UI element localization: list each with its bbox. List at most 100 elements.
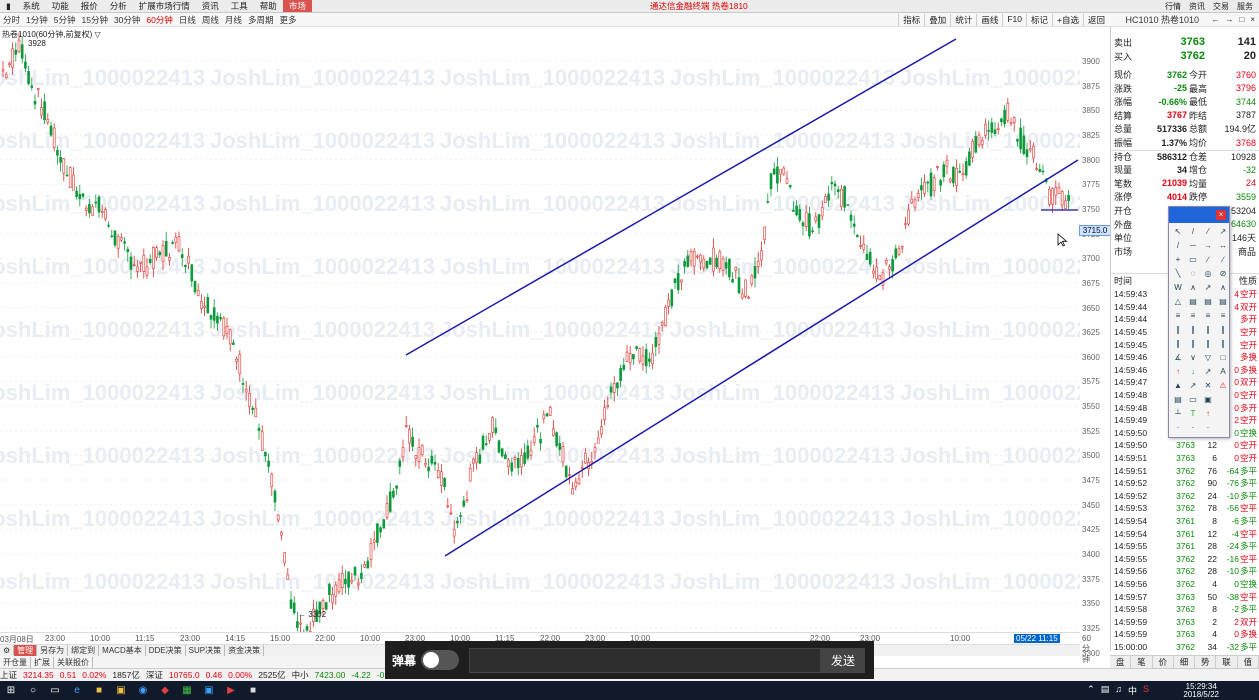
taskbar-clock[interactable]: 15:29:34 2018/5/22 xyxy=(1183,683,1219,699)
draw-tool-icon[interactable]: ▭ xyxy=(1186,393,1200,406)
draw-tool-icon[interactable]: W xyxy=(1171,281,1185,294)
draw-tool-icon[interactable]: / xyxy=(1186,225,1200,238)
close-icon[interactable]: × xyxy=(1216,210,1226,220)
period-5min[interactable]: 5分钟 xyxy=(51,14,79,26)
menu-news[interactable]: 资讯 xyxy=(196,0,225,12)
draw-tool-icon[interactable]: / xyxy=(1171,239,1185,252)
draw-tool-icon[interactable] xyxy=(1216,407,1230,420)
draw-tool-icon[interactable]: · xyxy=(1171,421,1185,434)
file-explorer-icon[interactable]: ■ xyxy=(88,681,110,700)
draw-tool-icon[interactable]: ▽ xyxy=(1201,351,1215,364)
draw-tool-icon[interactable]: · xyxy=(1186,421,1200,434)
draw-tool-icon[interactable]: ▭ xyxy=(1186,253,1200,266)
tab-dde[interactable]: DDE决策 xyxy=(146,645,186,656)
period-day[interactable]: 日线 xyxy=(176,14,199,26)
draw-tool-icon[interactable]: ▲ xyxy=(1171,379,1185,392)
view-tab-related[interactable]: 联 xyxy=(1216,656,1238,668)
menu-help[interactable]: 帮助 xyxy=(254,0,283,12)
draw-tool-icon[interactable]: ∥ xyxy=(1186,323,1200,336)
draw-tool-icon[interactable]: ↓ xyxy=(1186,365,1200,378)
draw-tool-icon[interactable]: ↗ xyxy=(1201,281,1215,294)
draw-tool-icon[interactable]: ╲ xyxy=(1171,267,1185,280)
period-more[interactable]: 更多 xyxy=(276,14,299,26)
draw-tool-icon[interactable]: ↑ xyxy=(1171,365,1185,378)
menu-quote[interactable]: 报价 xyxy=(75,0,104,12)
draw-tool-icon[interactable]: △ xyxy=(1171,295,1185,308)
menu-ext-market[interactable]: 扩展市场行情 xyxy=(133,0,196,12)
draw-tool-icon[interactable]: → xyxy=(1201,239,1215,252)
view-tab-trades[interactable]: 笔 xyxy=(1131,656,1153,668)
app-icon-7[interactable]: ■ xyxy=(242,681,264,700)
draw-tool-icon[interactable]: · xyxy=(1201,421,1215,434)
draw-tool-icon[interactable]: ≡ xyxy=(1171,309,1185,322)
view-tab-value[interactable]: 值 xyxy=(1238,656,1259,668)
draw-tool-icon[interactable]: ∡ xyxy=(1171,351,1185,364)
tool-overlay[interactable]: 叠加 xyxy=(924,13,950,26)
app-tray-icon[interactable]: S xyxy=(1143,684,1149,697)
menu-right-service[interactable]: 服务 xyxy=(1237,1,1253,12)
view-tab-price[interactable]: 价 xyxy=(1153,656,1174,668)
ime-icon[interactable]: 中 xyxy=(1128,684,1137,697)
windows-start-icon[interactable]: ⊞ xyxy=(0,681,22,700)
draw-tool-icon[interactable]: ∥ xyxy=(1171,323,1185,336)
danmaku-send-button[interactable]: 发送 xyxy=(821,647,866,673)
app-icon-1[interactable]: ▣ xyxy=(110,681,132,700)
network-icon[interactable]: ▤ xyxy=(1101,684,1110,697)
app-icon-6[interactable]: ▶ xyxy=(220,681,242,700)
draw-tool-icon[interactable]: ┴ xyxy=(1171,407,1185,420)
period-tick[interactable]: 分时 xyxy=(0,14,23,26)
menu-market[interactable]: 市场 xyxy=(282,0,312,12)
draw-tool-icon[interactable]: ∕ xyxy=(1201,253,1215,266)
chevron-up-icon[interactable]: ⌃ xyxy=(1087,684,1095,697)
tab-bind-to[interactable]: 绑定到 xyxy=(68,645,100,656)
view-tab-trend[interactable]: 势 xyxy=(1195,656,1217,668)
draw-tool-icon[interactable] xyxy=(1216,393,1230,406)
arrow-right-icon[interactable]: → xyxy=(1225,15,1233,24)
drawing-toolbox-titlebar[interactable]: × xyxy=(1169,207,1229,223)
draw-tool-icon[interactable]: ─ xyxy=(1186,239,1200,252)
menu-function[interactable]: 功能 xyxy=(46,0,75,12)
draw-tool-icon[interactable]: ↔ xyxy=(1216,239,1230,252)
tab-manage[interactable]: 管理 xyxy=(14,645,38,656)
draw-tool-icon[interactable]: ▤ xyxy=(1216,295,1230,308)
danmaku-toggle[interactable] xyxy=(421,650,460,670)
menu-right-quote[interactable]: 行情 xyxy=(1165,1,1181,12)
draw-tool-icon[interactable]: ∥ xyxy=(1186,337,1200,350)
draw-tool-icon[interactable]: ◌ xyxy=(1186,267,1200,280)
draw-tool-icon[interactable]: ▤ xyxy=(1186,295,1200,308)
tool-mark[interactable]: 标记 xyxy=(1026,13,1052,26)
app-icon-4[interactable]: ▦ xyxy=(176,681,198,700)
browser-icon[interactable]: e xyxy=(66,681,88,700)
draw-tool-icon[interactable]: ∧ xyxy=(1216,281,1230,294)
period-multi[interactable]: 多周期 xyxy=(245,14,277,26)
kline-chart[interactable]: JoshLim_1000022413 JoshLim_1000022413 Josh… xyxy=(0,27,1080,632)
draw-tool-icon[interactable]: ↗ xyxy=(1216,225,1230,238)
draw-tool-icon[interactable]: T xyxy=(1186,407,1200,420)
tab-macd[interactable]: MACD基本 xyxy=(99,645,146,656)
volume-icon[interactable]: ♫ xyxy=(1115,684,1122,697)
search-icon[interactable]: ○ xyxy=(22,681,44,700)
close-icon[interactable]: × xyxy=(1250,15,1255,24)
draw-tool-icon[interactable]: ≡ xyxy=(1186,309,1200,322)
period-1min[interactable]: 1分钟 xyxy=(23,14,51,26)
app-icon-3[interactable]: ◆ xyxy=(154,681,176,700)
draw-tool-icon[interactable]: A xyxy=(1216,365,1230,378)
draw-tool-icon[interactable]: ∥ xyxy=(1201,337,1215,350)
tool-add-watchlist[interactable]: +自选 xyxy=(1052,13,1083,26)
view-tab-detail[interactable]: 细 xyxy=(1174,656,1196,668)
draw-tool-icon[interactable]: ∥ xyxy=(1201,323,1215,336)
draw-tool-icon[interactable]: ↖ xyxy=(1171,225,1185,238)
tool-draw[interactable]: 画线 xyxy=(976,13,1002,26)
draw-tool-icon[interactable]: ∧ xyxy=(1186,281,1200,294)
draw-tool-icon[interactable] xyxy=(1216,421,1230,434)
draw-tool-icon[interactable]: ▣ xyxy=(1201,393,1215,406)
tab-capital[interactable]: 资金决策 xyxy=(225,645,265,656)
period-30min[interactable]: 30分钟 xyxy=(111,14,143,26)
menu-analysis[interactable]: 分析 xyxy=(104,0,133,12)
draw-tool-icon[interactable]: ▤ xyxy=(1171,393,1185,406)
view-tab-book[interactable]: 盘 xyxy=(1110,656,1132,668)
draw-tool-icon[interactable]: ⁄ xyxy=(1201,225,1215,238)
tab-extend[interactable]: 扩展 xyxy=(31,656,54,668)
period-60min[interactable]: 60分钟 xyxy=(143,14,175,26)
draw-tool-icon[interactable]: ▤ xyxy=(1201,295,1215,308)
